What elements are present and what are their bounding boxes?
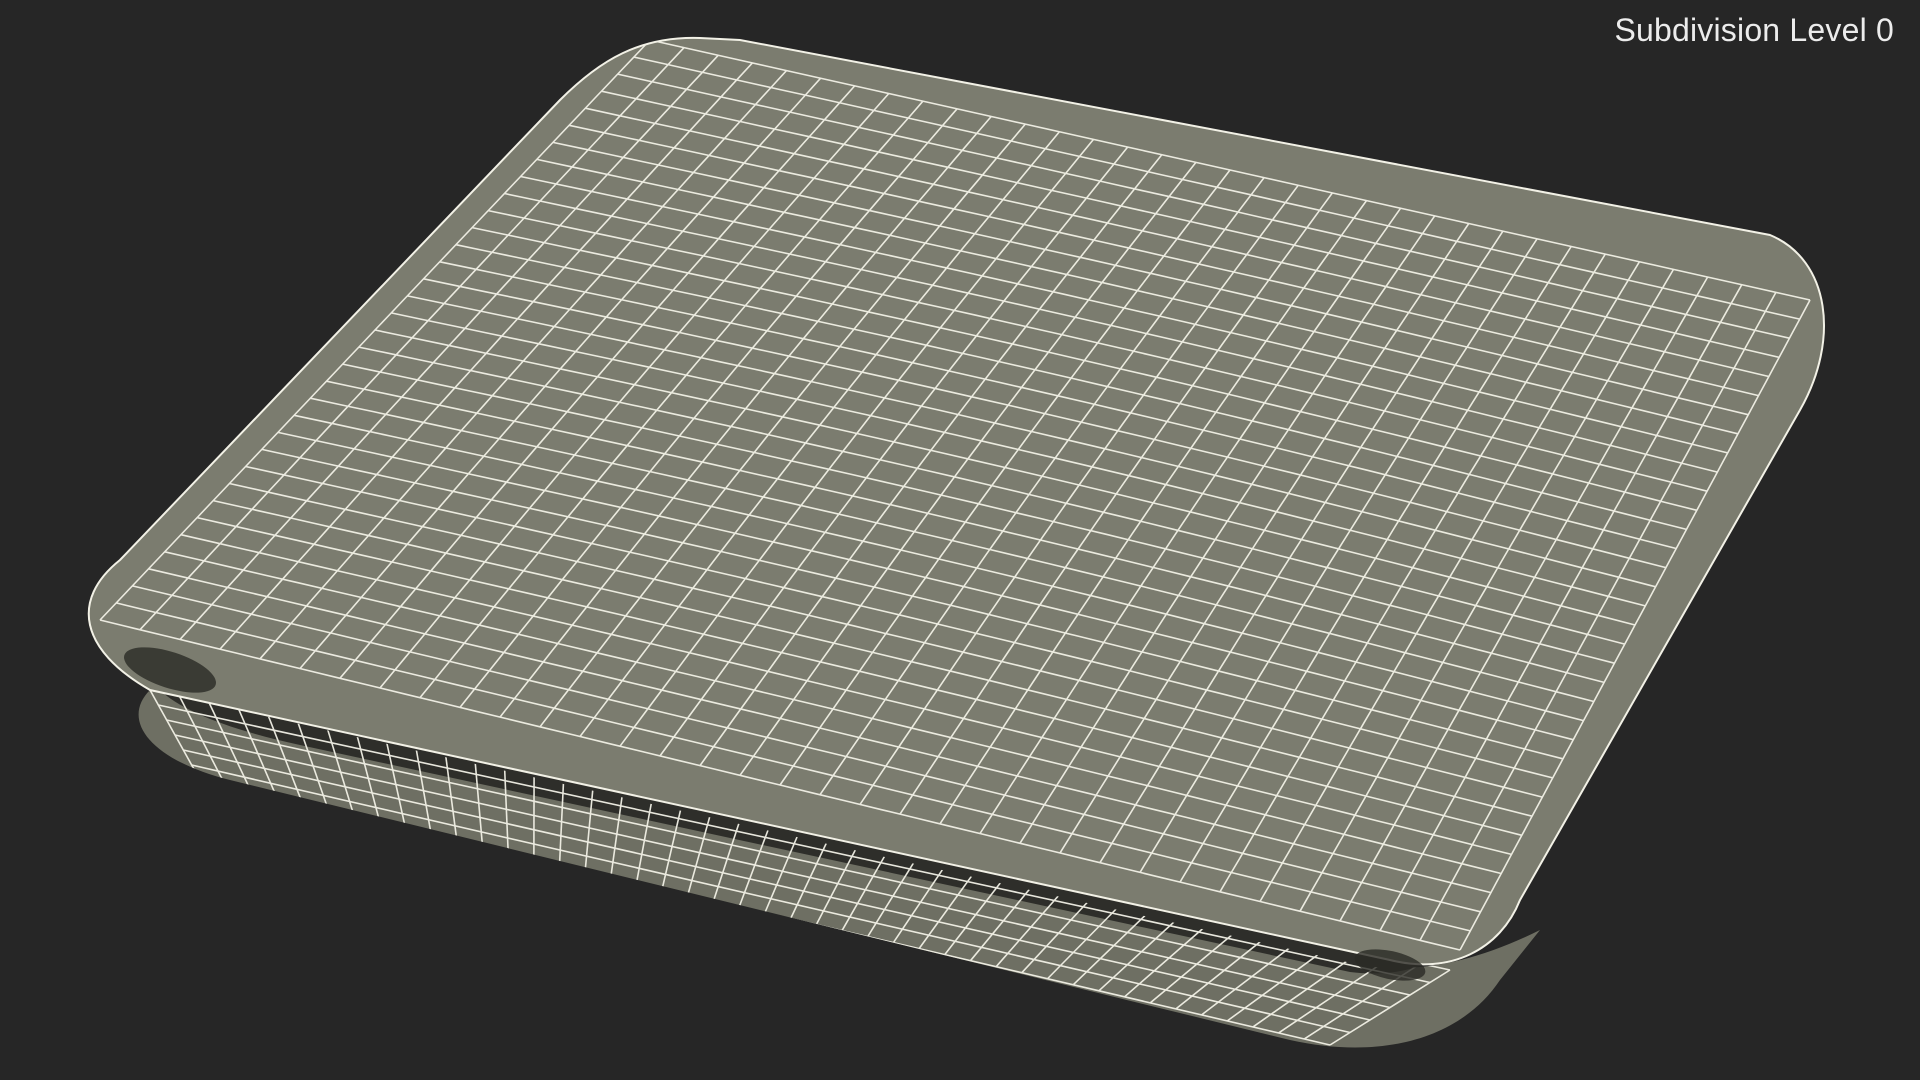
3d-viewport[interactable]: Subdivision Level 0	[0, 0, 1920, 1080]
subdivision-level-label: Subdivision Level 0	[1614, 12, 1894, 48]
pillow-top-surface	[87, 36, 1825, 966]
pillow-wireframe-render	[87, 36, 1825, 1048]
